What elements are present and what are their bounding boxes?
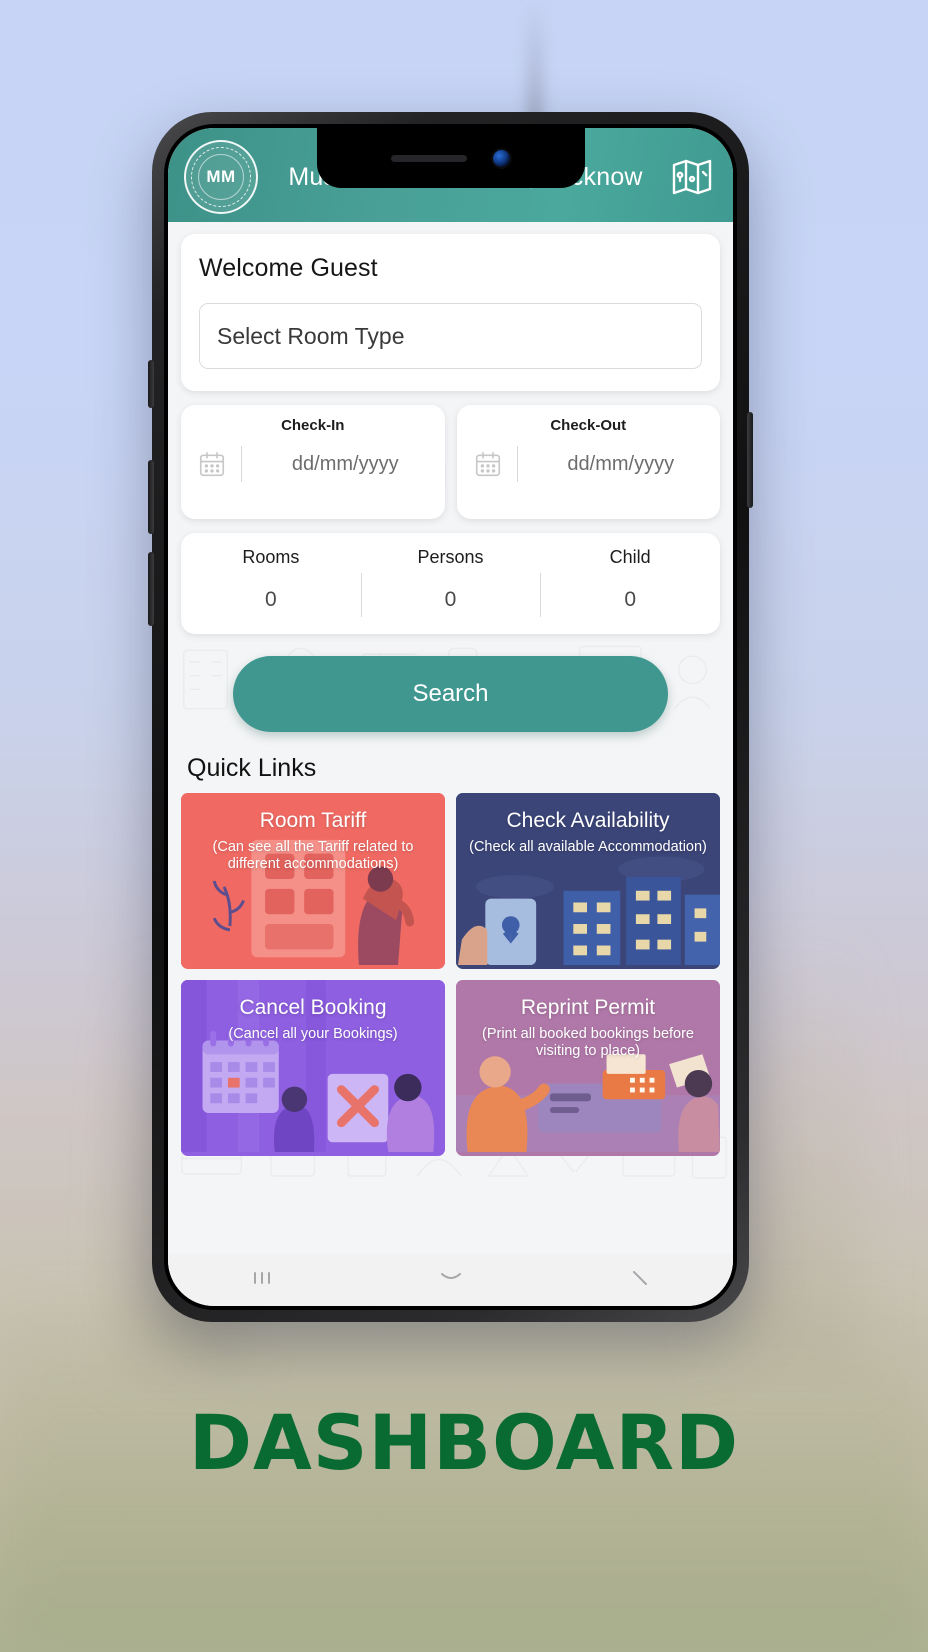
quick-link-subtitle: (Print all booked bookings before visiti… <box>482 1025 694 1059</box>
welcome-title: Welcome Guest <box>199 254 378 282</box>
quick-link-title: Room Tariff <box>259 809 367 832</box>
phone-mockup: MM Muslim Musafirkhana, Lucknow <box>148 112 753 1322</box>
quick-link-room-tariff[interactable]: Room Tariff (Can see all the Tariff rela… <box>181 793 445 969</box>
map-icon[interactable] <box>667 153 717 201</box>
logo-monogram: MM <box>206 167 236 186</box>
phone-mute-switch <box>148 360 154 408</box>
phone-power-button <box>747 412 753 508</box>
child-stepper[interactable]: Child 0 <box>540 547 720 617</box>
check-out-label: Check-Out <box>550 417 627 434</box>
phone-notch <box>316 128 585 188</box>
rooms-label: Rooms <box>242 547 300 567</box>
divider <box>516 446 518 482</box>
quick-link-reprint-permit[interactable]: Reprint Permit (Print all booked booking… <box>456 980 720 1156</box>
back-icon[interactable] <box>630 1269 650 1292</box>
calendar-icon <box>473 449 503 479</box>
quick-link-check-availability[interactable]: Check Availability (Check all available … <box>456 793 720 969</box>
front-camera-icon <box>493 149 510 167</box>
phone-volume-down-button <box>148 552 154 626</box>
phone-volume-up-button <box>148 460 154 534</box>
welcome-card: Welcome Guest Select Room Type <box>181 234 720 391</box>
android-nav-bar <box>168 1254 733 1306</box>
check-in-input[interactable]: dd/mm/yyyy <box>256 453 435 476</box>
persons-value: 0 <box>444 588 457 611</box>
child-label: Child <box>609 547 651 567</box>
quick-link-title: Cancel Booking <box>239 996 387 1019</box>
date-row: Check-In dd/mm/yyyy Check-Out dd/mm/yyyy <box>181 405 720 519</box>
quick-link-cancel-booking[interactable]: Cancel Booking (Cancel all your Bookings… <box>181 980 445 1156</box>
caption-dashboard: DASHBOARD <box>188 1398 740 1487</box>
quick-link-subtitle: (Check all available Accommodation) <box>469 838 707 855</box>
check-out-card[interactable]: Check-Out dd/mm/yyyy <box>456 405 720 519</box>
quick-link-subtitle: (Cancel all your Bookings) <box>228 1025 398 1042</box>
calendar-icon <box>197 449 227 479</box>
home-icon[interactable] <box>439 1271 463 1290</box>
rooms-stepper[interactable]: Rooms 0 <box>181 547 361 612</box>
quick-links-grid: Room Tariff (Can see all the Tariff rela… <box>181 793 720 1156</box>
occupancy-card: Rooms 0 Persons 0 Child 0 <box>181 533 720 634</box>
quick-link-title: Reprint Permit <box>520 996 656 1019</box>
persons-stepper[interactable]: Persons 0 <box>360 547 541 617</box>
rooms-value: 0 <box>264 588 277 611</box>
check-in-label: Check-In <box>281 417 345 434</box>
room-type-select[interactable]: Select Room Type <box>199 303 702 369</box>
persons-label: Persons <box>417 547 484 567</box>
check-out-input[interactable]: dd/mm/yyyy <box>532 453 711 476</box>
search-button[interactable]: Search <box>233 656 668 732</box>
earpiece-speaker <box>391 154 467 162</box>
recents-icon[interactable] <box>251 1269 273 1292</box>
quick-link-title: Check Availability <box>506 809 670 832</box>
app-content: Welcome Guest Select Room Type Check-In <box>168 222 733 1254</box>
check-in-card[interactable]: Check-In dd/mm/yyyy <box>181 405 445 519</box>
phone-screen: MM Muslim Musafirkhana, Lucknow <box>168 128 733 1306</box>
quick-link-subtitle: (Can see all the Tariff related to diffe… <box>212 838 414 872</box>
child-value: 0 <box>624 588 637 611</box>
divider <box>241 446 242 482</box>
seal-logo-icon: MM <box>184 140 258 214</box>
quick-links-title: Quick Links <box>187 754 317 782</box>
